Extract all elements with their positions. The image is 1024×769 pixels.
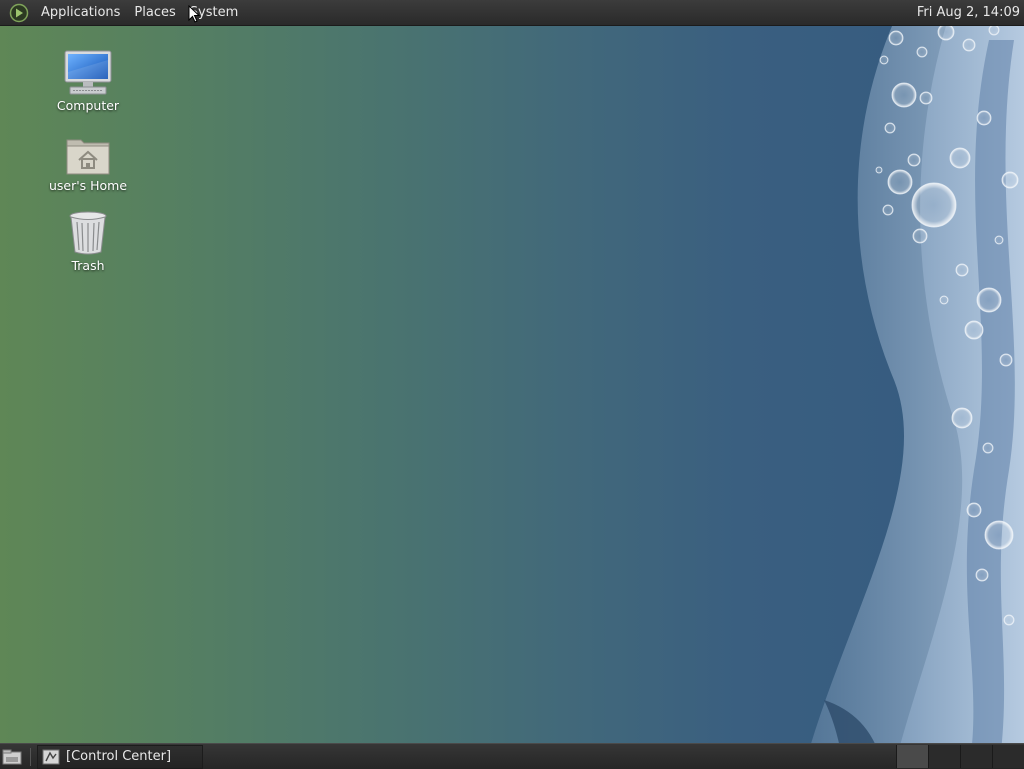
desktop-background[interactable]: Computer user's Home Trash xyxy=(0,0,1024,768)
workspace-4[interactable] xyxy=(992,745,1024,768)
show-desktop-button[interactable] xyxy=(0,745,24,769)
home-folder-icon xyxy=(63,126,113,176)
wallpaper-waves-decoration xyxy=(804,0,1024,768)
trash-icon xyxy=(63,206,113,256)
desktop-icon-home[interactable]: user's Home xyxy=(38,126,138,193)
desktop-icon-computer[interactable]: Computer xyxy=(38,46,138,113)
desktop-icon-label: Computer xyxy=(56,98,120,113)
taskbar-separator xyxy=(30,747,31,766)
mate-logo-icon[interactable] xyxy=(8,2,30,24)
show-desktop-icon xyxy=(2,749,22,764)
applications-menu[interactable]: Applications xyxy=(34,0,127,25)
taskbar-button-control-center[interactable]: [Control Center] xyxy=(37,744,203,769)
workspace-switcher xyxy=(896,744,1024,769)
desktop-icon-trash[interactable]: Trash xyxy=(38,206,138,273)
workspace-2[interactable] xyxy=(928,745,960,768)
control-center-icon xyxy=(42,749,60,765)
desktop-icon-label: user's Home xyxy=(48,178,128,193)
taskbar-button-label: [Control Center] xyxy=(66,749,172,764)
bottom-panel: [Control Center] xyxy=(0,743,1024,769)
system-menu[interactable]: System xyxy=(183,0,245,25)
workspace-3[interactable] xyxy=(960,745,992,768)
clock[interactable]: Fri Aug 2, 14:09 xyxy=(917,0,1020,25)
computer-icon xyxy=(63,46,113,96)
top-panel: Applications Places System Fri Aug 2, 14… xyxy=(0,0,1024,26)
desktop-icon-label: Trash xyxy=(71,258,105,273)
places-menu[interactable]: Places xyxy=(127,0,182,25)
workspace-1[interactable] xyxy=(896,745,928,768)
